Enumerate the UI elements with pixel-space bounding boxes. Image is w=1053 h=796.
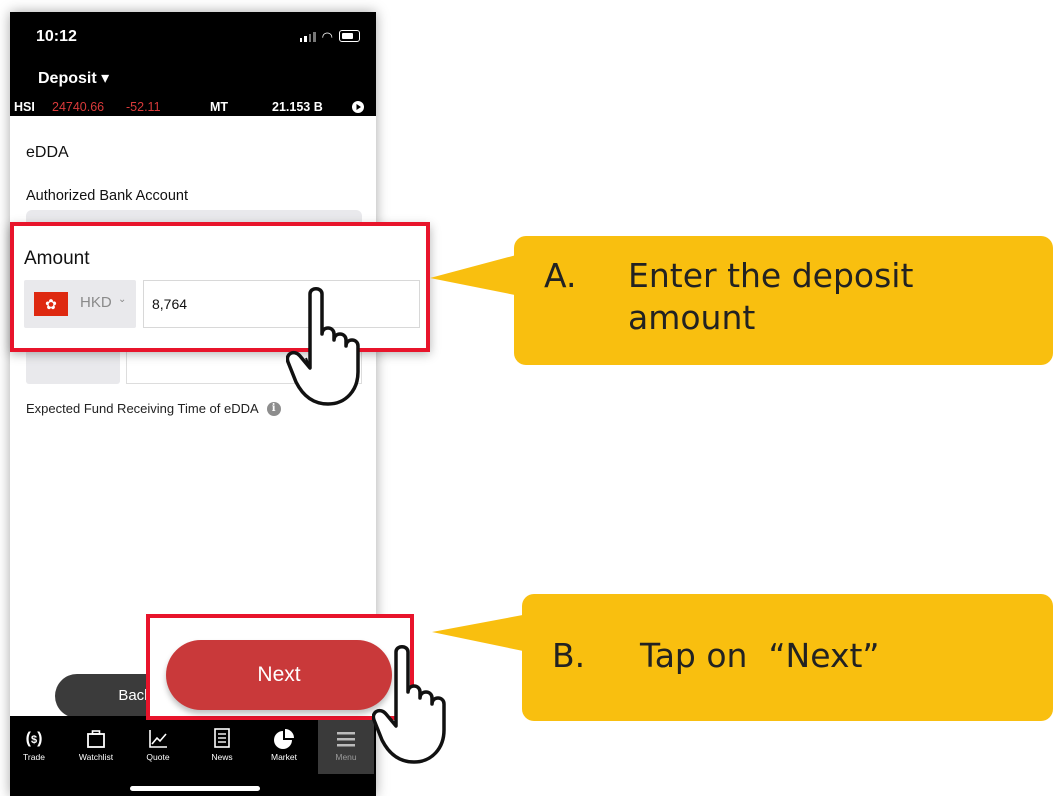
callout-a-marker: A.	[544, 256, 577, 295]
tab-watchlist[interactable]: Watchlist	[72, 726, 120, 762]
expected-time-row: Expected Fund Receiving Time of eDDA i	[26, 401, 281, 416]
callout-b: B. Tap on “Next”	[522, 594, 1053, 721]
tab-quote[interactable]: Quote	[134, 726, 182, 762]
info-icon[interactable]: i	[266, 401, 281, 416]
tab-label: Market	[271, 752, 297, 762]
menu-icon	[337, 732, 355, 747]
wifi-icon: ◠	[321, 28, 333, 44]
ticker-turnover: 21.153 B	[272, 100, 323, 114]
bank-account-label: Authorized Bank Account	[26, 188, 189, 204]
callout-a-line1: Enter the deposit	[628, 256, 914, 295]
trade-icon: ($)	[25, 730, 43, 747]
pointing-hand-icon	[286, 287, 360, 406]
ticker-label: MT	[210, 100, 229, 114]
callout-b-marker: B.	[552, 636, 586, 675]
play-icon[interactable]	[352, 101, 364, 113]
status-bar: 10:12 ◠	[10, 12, 376, 64]
tab-label: Trade	[23, 752, 45, 762]
page-title[interactable]: Deposit ▾	[38, 68, 109, 88]
home-indicator	[130, 786, 260, 791]
ticker-value: 24740.66	[52, 100, 105, 114]
bottom-tab-bar: ($) Trade Watchlist Quote News Market Me…	[10, 716, 376, 778]
pie-chart-icon	[274, 729, 294, 749]
expected-time-label: Expected Fund Receiving Time of eDDA	[26, 401, 259, 416]
tab-label: Menu	[335, 752, 357, 762]
section-title: eDDA	[26, 144, 69, 161]
ticker-index: HSI	[14, 100, 35, 114]
callout-a-pointer	[430, 254, 520, 296]
callout-b-pointer	[432, 614, 528, 652]
chart-icon	[149, 730, 167, 748]
next-button[interactable]: Next	[166, 640, 392, 710]
system-icons: ◠	[299, 28, 360, 44]
ticker-change: -52.11	[126, 100, 161, 114]
tab-label: News	[211, 752, 233, 762]
status-time: 10:12	[36, 28, 77, 45]
signal-icon	[299, 31, 316, 42]
callout-a: A. Enter the deposit amount	[514, 236, 1053, 365]
tab-label: Watchlist	[78, 752, 114, 762]
tab-trade[interactable]: ($) Trade	[10, 726, 58, 762]
pointing-hand-icon	[372, 645, 446, 764]
news-icon	[214, 728, 230, 748]
briefcase-icon	[87, 730, 105, 748]
tab-news[interactable]: News	[198, 726, 246, 762]
tab-label: Quote	[146, 752, 170, 762]
tab-menu[interactable]: Menu	[318, 720, 374, 774]
battery-icon	[339, 30, 360, 42]
index-ticker[interactable]: HSI 24740.66 -52.11 MT 21.153 B	[10, 98, 376, 116]
callout-b-text: Tap on “Next”	[640, 636, 880, 675]
callout-a-line2: amount	[628, 298, 756, 337]
tab-market[interactable]: Market	[260, 726, 308, 762]
